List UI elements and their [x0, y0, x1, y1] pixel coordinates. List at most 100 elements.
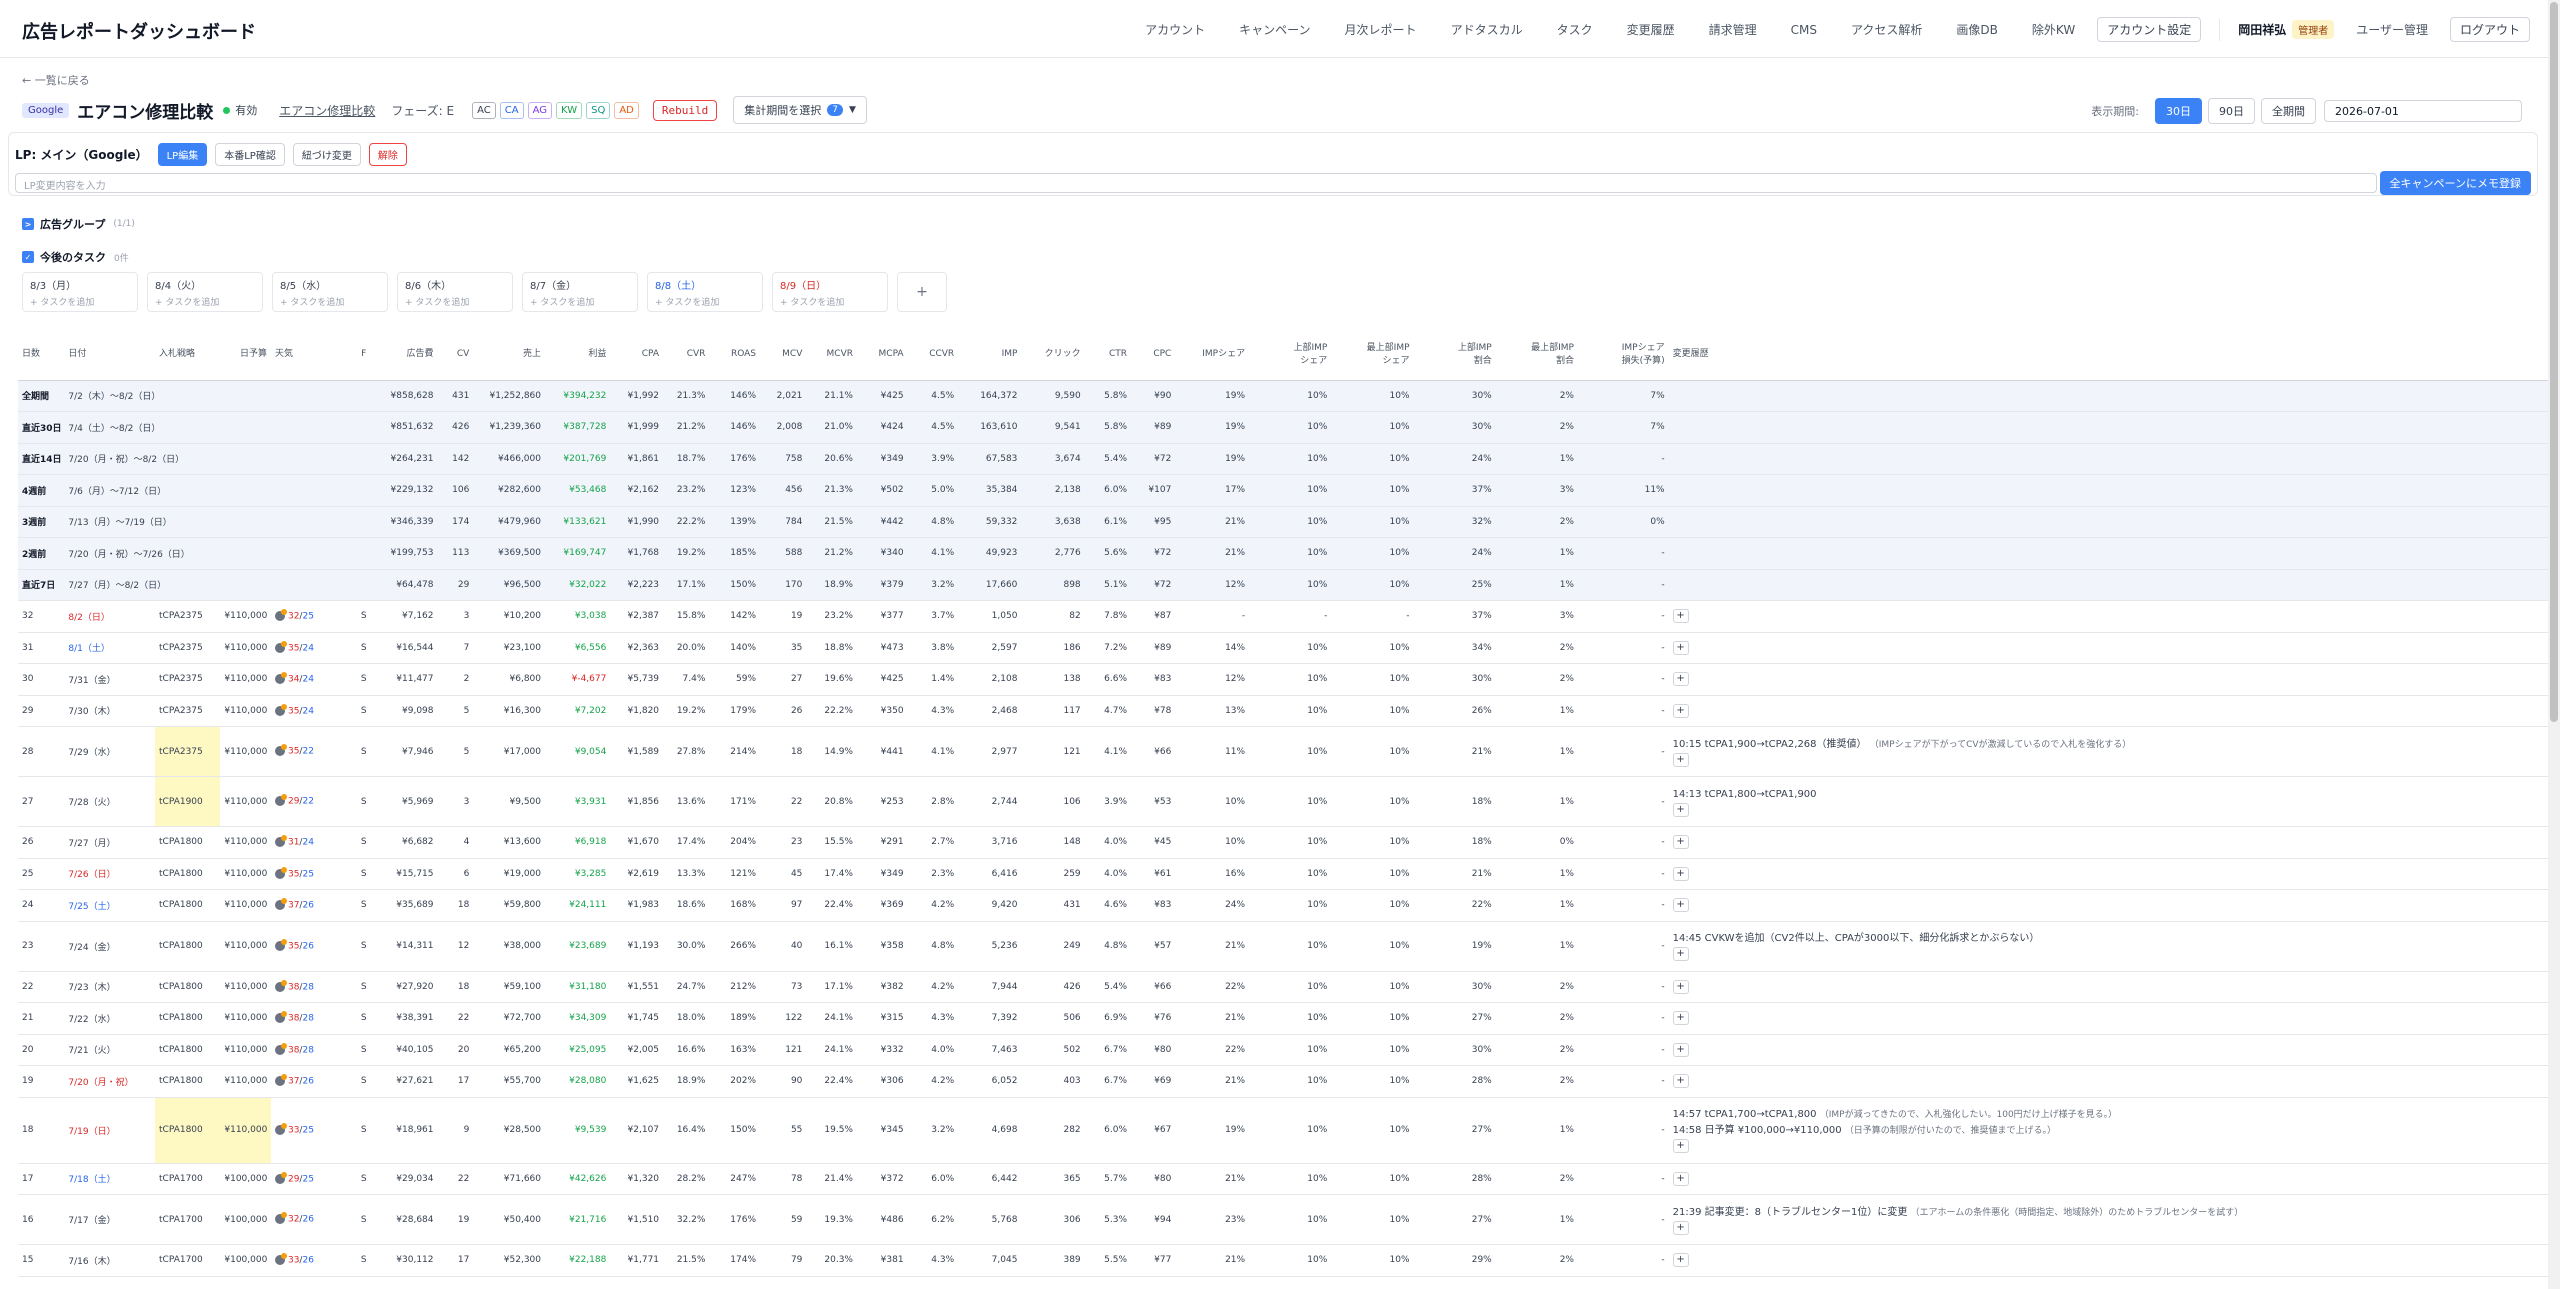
- add-log-button[interactable]: +: [1672, 1220, 1689, 1235]
- task-day-card[interactable]: 8/7（金） + タスクを追加: [522, 272, 638, 312]
- nav-item-2[interactable]: 月次レポート: [1345, 21, 1417, 38]
- column-header[interactable]: MCVR: [806, 330, 857, 381]
- column-header[interactable]: 上部IMP シェア: [1249, 330, 1332, 381]
- campaign-link[interactable]: エアコン修理比較: [279, 102, 375, 119]
- task-day-card[interactable]: 8/3（月） + タスクを追加: [22, 272, 138, 312]
- add-task-link[interactable]: + タスクを追加: [155, 295, 255, 308]
- add-log-button[interactable]: +: [1672, 1253, 1689, 1268]
- task-day-card[interactable]: 8/4（火） + タスクを追加: [147, 272, 263, 312]
- add-log-button[interactable]: +: [1672, 672, 1689, 687]
- task-day-card[interactable]: 8/8（土） + タスクを追加: [647, 272, 763, 312]
- nav-item-6[interactable]: 請求管理: [1709, 21, 1757, 38]
- nav-item-5[interactable]: 変更履歴: [1627, 21, 1675, 38]
- lp-relink-button[interactable]: 紐づけ変更: [292, 143, 361, 166]
- column-header[interactable]: 最上部IMP シェア: [1331, 330, 1414, 381]
- column-header[interactable]: 日数: [18, 330, 65, 381]
- column-header[interactable]: F: [346, 330, 381, 381]
- tasks-toggle[interactable]: ✓ 今後のタスク 0件: [22, 249, 129, 265]
- add-log-button[interactable]: +: [1672, 1171, 1689, 1186]
- nav-item-8[interactable]: アクセス解析: [1851, 21, 1922, 38]
- column-header[interactable]: IMPシェア 損失(予算): [1577, 330, 1669, 381]
- lp-edit-button[interactable]: LP編集: [157, 143, 208, 166]
- column-header[interactable]: CV: [437, 330, 474, 381]
- column-header[interactable]: IMP: [958, 330, 1022, 381]
- add-log-button[interactable]: +: [1672, 866, 1689, 881]
- column-header[interactable]: 広告費: [380, 330, 438, 381]
- lp-preview-button[interactable]: 本番LP確認: [215, 143, 285, 166]
- column-header[interactable]: CPC: [1131, 330, 1176, 381]
- logout-button[interactable]: ログアウト: [2449, 17, 2530, 42]
- campaign-tag[interactable]: AG: [527, 101, 553, 119]
- add-log-button[interactable]: +: [1672, 947, 1689, 961]
- ad-group-toggle[interactable]: > 広告グループ (1/1): [22, 216, 135, 232]
- column-header[interactable]: 最上部IMP 割合: [1495, 330, 1578, 381]
- column-header[interactable]: 日付: [64, 330, 156, 381]
- column-header[interactable]: 天気: [270, 330, 347, 381]
- add-task-link[interactable]: + タスクを追加: [655, 295, 755, 308]
- campaign-tag[interactable]: AD: [614, 101, 639, 119]
- nav-item-10[interactable]: 除外KW: [2032, 21, 2075, 38]
- add-task-link[interactable]: + タスクを追加: [405, 295, 505, 308]
- column-header[interactable]: CTR: [1084, 330, 1132, 381]
- campaign-tag[interactable]: KW: [556, 101, 583, 119]
- nav-item-9[interactable]: 画像DB: [1956, 21, 1997, 38]
- column-header[interactable]: クリック: [1021, 330, 1085, 381]
- column-header[interactable]: 日予算: [220, 330, 271, 381]
- column-header[interactable]: 変更履歴: [1668, 330, 2548, 381]
- add-task-link[interactable]: + タスクを追加: [780, 295, 880, 308]
- add-log-button[interactable]: +: [1672, 1042, 1689, 1057]
- period-select-button[interactable]: 集計期間を選択 7 ▼: [733, 96, 867, 124]
- column-header[interactable]: ROAS: [709, 330, 761, 381]
- add-log-button[interactable]: +: [1672, 835, 1689, 850]
- task-day-card[interactable]: 8/9（日） + タスクを追加: [772, 272, 888, 312]
- page-scrollbar[interactable]: [2548, 0, 2560, 1289]
- add-log-button[interactable]: +: [1672, 979, 1689, 994]
- nav-item-7[interactable]: CMS: [1791, 23, 1817, 37]
- column-header[interactable]: CVR: [663, 330, 710, 381]
- campaign-tag[interactable]: CA: [499, 101, 524, 119]
- user-admin-link[interactable]: ユーザー管理: [2356, 21, 2428, 38]
- add-log-button[interactable]: +: [1672, 640, 1689, 655]
- nav-item-3[interactable]: アドタスカル: [1451, 21, 1523, 38]
- nav-item-1[interactable]: キャンペーン: [1239, 21, 1310, 38]
- add-log-button[interactable]: +: [1672, 898, 1689, 913]
- add-task-link[interactable]: + タスクを追加: [530, 295, 630, 308]
- nav-item-0[interactable]: アカウント: [1145, 21, 1205, 38]
- add-log-button[interactable]: +: [1672, 1074, 1689, 1089]
- column-header[interactable]: 入札戦略: [155, 330, 221, 381]
- column-header[interactable]: MCV: [760, 330, 807, 381]
- add-log-button[interactable]: +: [1672, 752, 1689, 767]
- date-input[interactable]: 2026-07-01: [2324, 100, 2522, 122]
- lp-change-input[interactable]: LP変更内容を入力: [15, 173, 2377, 193]
- column-header[interactable]: IMPシェア: [1175, 330, 1250, 381]
- add-task-day-button[interactable]: +: [897, 272, 947, 312]
- add-log-button[interactable]: +: [1672, 609, 1689, 624]
- add-log-button[interactable]: +: [1672, 802, 1689, 817]
- column-header[interactable]: MCPA: [856, 330, 908, 381]
- add-log-button[interactable]: +: [1672, 1011, 1689, 1026]
- nav-item-4[interactable]: タスク: [1557, 21, 1593, 38]
- rebuild-button[interactable]: Rebuild: [652, 99, 718, 121]
- column-header[interactable]: 売上: [473, 330, 545, 381]
- account-settings-button[interactable]: アカウント設定: [2097, 17, 2202, 42]
- back-to-list-link[interactable]: ← 一覧に戻る: [22, 72, 90, 88]
- scrollbar-thumb[interactable]: [2550, 2, 2558, 722]
- period-90d-button[interactable]: 90日: [2208, 98, 2255, 124]
- column-header[interactable]: CCVR: [907, 330, 959, 381]
- period-all-button[interactable]: 全期間: [2261, 98, 2316, 124]
- add-task-link[interactable]: + タスクを追加: [30, 295, 130, 308]
- add-log-button[interactable]: +: [1672, 1139, 1689, 1153]
- change-log-entry: 14:13 tCPA1,800→tCPA1,900: [1673, 787, 1817, 803]
- period-30d-button[interactable]: 30日: [2155, 98, 2202, 124]
- add-task-link[interactable]: + タスクを追加: [280, 295, 380, 308]
- task-day-card[interactable]: 8/5（水） + タスクを追加: [272, 272, 388, 312]
- campaign-tag[interactable]: SQ: [586, 101, 611, 119]
- lp-unlink-button[interactable]: 解除: [368, 143, 407, 166]
- column-header[interactable]: 利益: [545, 330, 611, 381]
- campaign-tag[interactable]: AC: [472, 101, 496, 119]
- memo-all-campaigns-button[interactable]: 全キャンペーンにメモ登録: [2379, 171, 2531, 195]
- task-day-card[interactable]: 8/6（木） + タスクを追加: [397, 272, 513, 312]
- add-log-button[interactable]: +: [1672, 703, 1689, 718]
- column-header[interactable]: 上部IMP 割合: [1413, 330, 1496, 381]
- column-header[interactable]: CPA: [610, 330, 664, 381]
